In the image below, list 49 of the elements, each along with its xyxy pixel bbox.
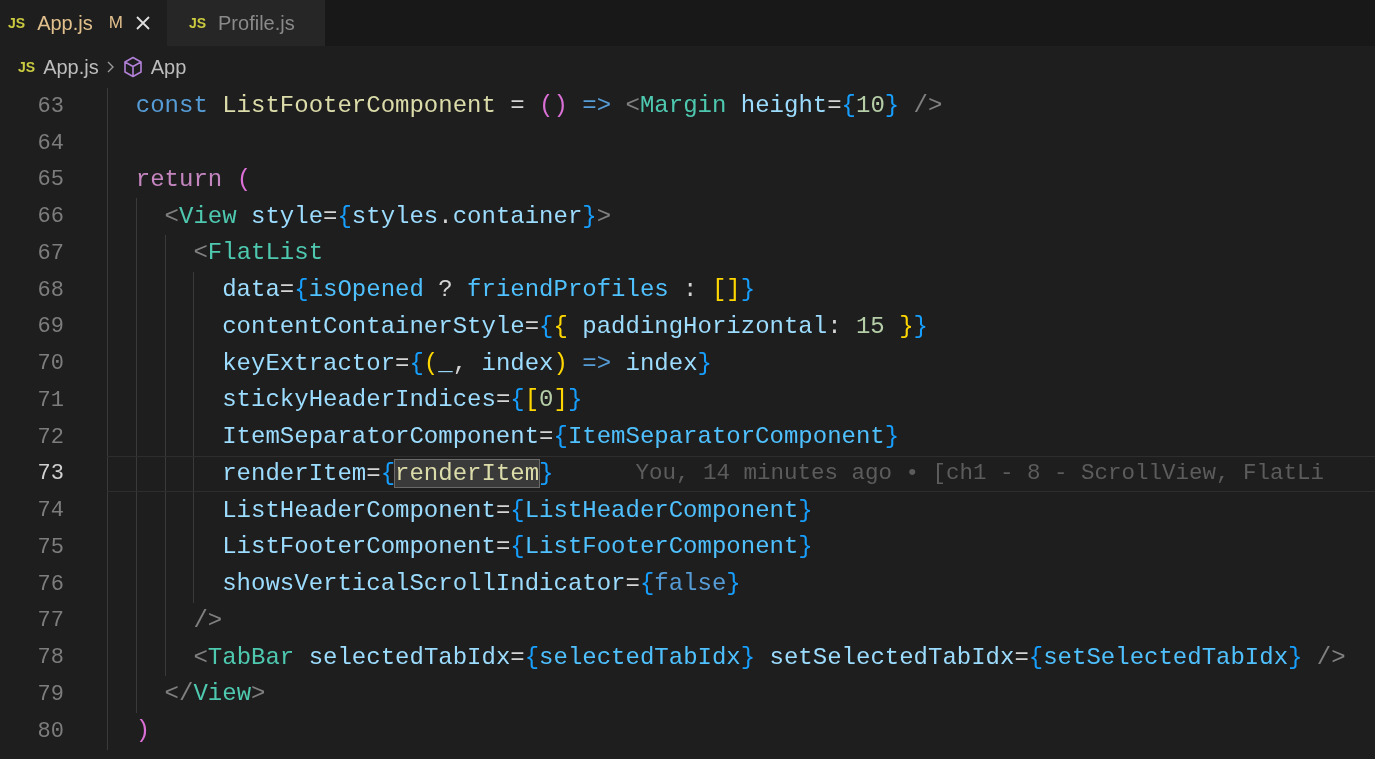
code-line: const ListFooterComponent = () => <Margin height={10} /> xyxy=(134,91,943,122)
tab-label: App.js xyxy=(37,11,93,36)
code-line: showsVerticalScrollIndicator={false} xyxy=(221,569,741,600)
line-number: 66 xyxy=(36,203,64,232)
code-line: ItemSeparatorComponent={ItemSeparatorComponent} xyxy=(221,422,900,453)
code-line: ) xyxy=(134,716,151,747)
modified-status-label: M xyxy=(108,12,123,35)
close-icon[interactable] xyxy=(134,15,151,31)
line-number: 65 xyxy=(36,166,64,195)
tab-label: Profile.js xyxy=(218,11,295,36)
line-number: 79 xyxy=(36,680,64,709)
code-line: stickyHeaderIndices={[0]} xyxy=(221,385,583,416)
line-number: 76 xyxy=(36,570,64,599)
code-line: <View style={styles.container}> xyxy=(163,201,612,232)
code-line: ListFooterComponent={ListFooterComponent} xyxy=(221,532,813,563)
line-number: 64 xyxy=(36,129,64,158)
code-line: /> xyxy=(192,605,223,636)
code-line: renderItem={renderItem} xyxy=(221,458,554,489)
line-number: 67 xyxy=(36,239,64,268)
code-line: keyExtractor={(_, index) => index} xyxy=(221,348,712,379)
code-line: <TabBar selectedTabIdx={selectedTabIdx} setSelectedTabIdx={setSelectedTabIdx} /> xyxy=(192,642,1346,673)
breadcrumb-item[interactable]: App xyxy=(150,52,187,82)
line-number: 71 xyxy=(36,386,64,415)
code-line: data={isOpened ? friendProfiles : []} xyxy=(221,275,756,306)
code-line: <FlatList xyxy=(192,238,324,269)
line-number: 75 xyxy=(36,533,64,562)
js-file-icon: JS xyxy=(8,12,26,34)
line-number: 77 xyxy=(36,607,64,636)
cube-icon xyxy=(122,56,143,78)
line-number: 63 xyxy=(36,92,64,121)
code-line: contentContainerStyle={{ paddingHorizontal: 15 }} xyxy=(221,311,928,342)
line-number: 72 xyxy=(36,423,64,452)
code-line: return ( xyxy=(134,164,252,195)
line-number: 69 xyxy=(36,313,64,342)
git-blame-annotation: You, 14 minutes ago • [ch1 - 8 - ScrollView, FlatLi xyxy=(635,459,1325,488)
line-number: 73 xyxy=(36,460,64,489)
code-line: ListHeaderComponent={ListHeaderComponent} xyxy=(221,495,813,526)
code-line: </View> xyxy=(163,679,266,710)
editor-tab[interactable]: JS App.js M xyxy=(0,0,167,46)
line-number: 78 xyxy=(36,644,64,673)
line-number: 68 xyxy=(36,276,64,305)
line-number: 70 xyxy=(36,350,64,379)
line-number: 74 xyxy=(36,497,64,526)
breadcrumb-item[interactable]: App.js xyxy=(43,52,99,82)
chevron-icon xyxy=(106,61,115,73)
editor-tab[interactable]: JS Profile.js xyxy=(166,0,325,46)
js-file-icon: JS xyxy=(18,56,36,78)
js-file-icon: JS xyxy=(188,12,206,34)
line-number: 80 xyxy=(36,717,64,746)
